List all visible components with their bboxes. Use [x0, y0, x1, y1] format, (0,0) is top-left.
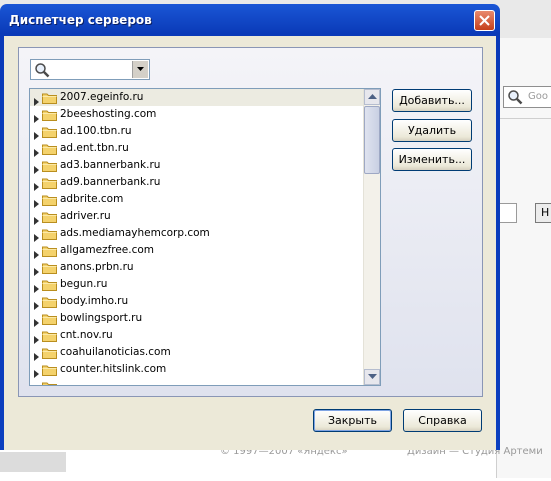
- server-tree-item-label: counter.hitslink.com: [60, 363, 167, 375]
- server-tree-item-label: coahuilanoticias.com: [60, 346, 171, 358]
- browser-text-input[interactable]: [498, 203, 517, 223]
- browser-search-field[interactable]: Goo: [503, 86, 551, 108]
- edit-server-button[interactable]: Изменить...: [392, 148, 472, 171]
- server-tree-item-label: anons.prbn.ru: [60, 261, 134, 273]
- browser-divider: [496, 118, 551, 119]
- server-tree-item-label: ad3.bannerbank.ru: [60, 159, 161, 171]
- scroll-thumb[interactable]: [364, 106, 380, 174]
- server-tree-item-label: allgamezfree.com: [60, 244, 155, 256]
- server-tree-item[interactable]: allgamezfree.com: [30, 242, 363, 259]
- dialog-title: Диспетчер серверов: [9, 13, 152, 27]
- server-tree-item[interactable]: adbrite.com: [30, 191, 363, 208]
- server-tree-item[interactable]: cnt.nov.ru: [30, 327, 363, 344]
- remove-server-button[interactable]: Удалить: [392, 119, 472, 142]
- server-tree-item[interactable]: begun.ru: [30, 276, 363, 293]
- server-tree-item[interactable]: ad.100.tbn.ru: [30, 123, 363, 140]
- chevron-down-icon: [137, 67, 144, 71]
- server-tree-item[interactable]: ads.mediamayhemcorp.com: [30, 225, 363, 242]
- search-icon: [34, 62, 50, 81]
- search-icon: [507, 89, 523, 107]
- scroll-up-button[interactable]: [364, 89, 380, 105]
- add-server-button[interactable]: Добавить...: [392, 89, 472, 112]
- server-tree-item[interactable]: bowlingsport.ru: [30, 310, 363, 327]
- server-tree-item[interactable]: ad9.bannerbank.ru: [30, 174, 363, 191]
- search-dropdown-button[interactable]: [132, 61, 148, 78]
- server-tree-item[interactable]: 2007.egeinfo.ru: [30, 89, 363, 106]
- server-tree-item-label: begun.ru: [60, 278, 108, 290]
- tree-scrollbar[interactable]: [363, 89, 380, 385]
- close-window-button[interactable]: [474, 10, 495, 31]
- scroll-down-button[interactable]: [364, 369, 380, 385]
- server-tree-item-label: 2beeshosting.com: [60, 108, 157, 120]
- browser-find-button[interactable]: Н: [535, 203, 551, 223]
- close-button[interactable]: Закрыть: [313, 409, 392, 432]
- server-tree-item[interactable]: adriver.ru: [30, 208, 363, 225]
- server-tree-item-label: cnt.nov.ru: [60, 329, 113, 341]
- server-tree-item[interactable]: body.imho.ru: [30, 293, 363, 310]
- server-tree-item[interactable]: anons.prbn.ru: [30, 259, 363, 276]
- server-tree-item-label: ad9.bannerbank.ru: [60, 176, 161, 188]
- close-icon: [479, 15, 490, 26]
- server-tree-item[interactable]: ad3.bannerbank.ru: [30, 157, 363, 174]
- help-button[interactable]: Справка: [403, 409, 482, 432]
- scroll-up-arrow-icon: [368, 94, 377, 99]
- scroll-down-arrow-icon: [368, 374, 377, 379]
- server-tree-item[interactable]: counter.hitslink.com: [30, 361, 363, 378]
- server-tree-item-label: adbrite.com: [60, 193, 124, 205]
- server-tree-item-label: ads.mediamayhemcorp.com: [60, 227, 210, 239]
- server-tree-item-label: body.imho.ru: [60, 295, 129, 307]
- server-tree-item[interactable]: ad.ent.tbn.ru: [30, 140, 363, 157]
- server-tree-list[interactable]: 2007.egeinfo.ru 2beeshosting.com ad.100.tb…: [29, 88, 381, 386]
- server-tree-item-label: bowlingsport.ru: [60, 312, 143, 324]
- server-tree-item-label: 2007.egeinfo.ru: [60, 91, 144, 103]
- expand-arrow-icon[interactable]: [34, 383, 39, 385]
- server-tree-item-label: ad.100.tbn.ru: [60, 125, 132, 137]
- server-tree-rows: 2007.egeinfo.ru 2beeshosting.com ad.100.tb…: [30, 89, 363, 385]
- server-tree-item[interactable]: 2beeshosting.com: [30, 106, 363, 123]
- server-search-combo[interactable]: [30, 59, 150, 80]
- server-tree-item[interactable]: coahuilanoticias.com: [30, 344, 363, 361]
- server-tree-item-label: adriver.ru: [60, 210, 111, 222]
- server-tree-item[interactable]: [30, 378, 363, 385]
- browser-search-placeholder: Goo: [528, 91, 548, 102]
- dialog-titlebar[interactable]: Диспетчер серверов: [0, 4, 500, 36]
- folder-icon: [42, 381, 57, 385]
- server-tree-item-label: ad.ent.tbn.ru: [60, 142, 129, 154]
- browser-background-left: [0, 452, 66, 472]
